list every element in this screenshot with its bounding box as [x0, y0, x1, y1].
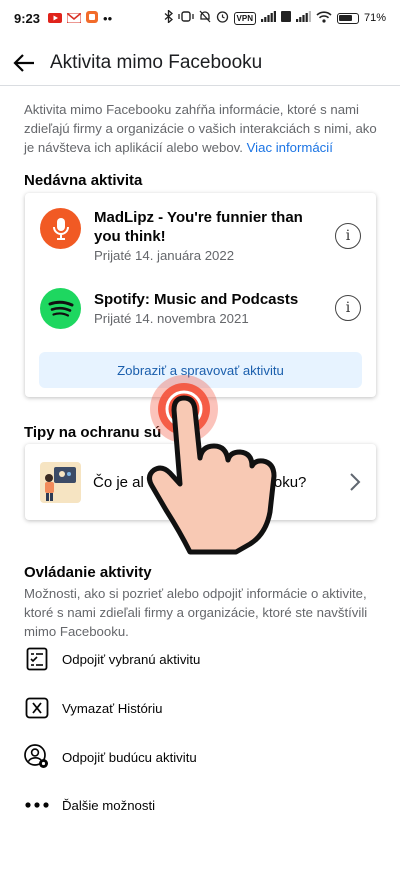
- disconnect-future-activity[interactable]: Odpojiť budúcu aktivitu: [24, 744, 197, 770]
- battery-icon: [336, 12, 359, 24]
- mute-icon: [199, 10, 211, 26]
- vpn-icon: VPN: [233, 11, 256, 25]
- intro-paragraph: Aktivita mimo Facebooku zahŕňa informáci…: [24, 100, 380, 157]
- clear-history-label: Vymazať Históriu: [62, 700, 163, 716]
- clear-box-icon: [24, 695, 50, 721]
- activity-date: Prijaté 14. novembra 2021: [94, 311, 249, 326]
- chevron-right-icon: [350, 473, 361, 491]
- signal-icon: [260, 11, 276, 25]
- clear-history[interactable]: Vymazať Históriu: [24, 695, 162, 721]
- more-options-label: Ďalšie možnosti: [62, 797, 156, 813]
- activity-item-spotify[interactable]: Spotify: Music and Podcasts Prijaté 14. …: [40, 288, 361, 329]
- bluetooth-icon: [164, 9, 173, 26]
- signal-2-icon: [295, 11, 311, 25]
- wifi-icon: [316, 10, 332, 26]
- activity-control-description: Možnosti, ako si pozrieť alebo odpojiť i…: [24, 586, 368, 639]
- spotify-icon: [40, 288, 81, 329]
- page-title: Aktivita mimo Facebooku: [50, 51, 263, 73]
- view-manage-activity-button[interactable]: Zobraziť a spravovať aktivitu: [39, 352, 362, 388]
- gmail-icon: [66, 11, 82, 26]
- microphone-icon: [40, 208, 81, 249]
- checklist-icon: [24, 646, 50, 672]
- status-bar: 9:23 •• VPN 71%: [0, 0, 400, 36]
- back-arrow-icon: [13, 53, 34, 72]
- more-info-link[interactable]: Viac informácií: [247, 140, 333, 155]
- person-gear-icon: [24, 744, 50, 770]
- more-dots-icon: [24, 792, 50, 818]
- tip-text-end: oku?: [273, 473, 307, 491]
- activity-app-name: MadLipz - You're funnier than you think!: [94, 209, 303, 245]
- youtube-icon: [48, 11, 63, 26]
- disconnect-future-label: Odpojiť budúcu aktivitu: [62, 749, 197, 765]
- more-options[interactable]: Ďalšie možnosti: [24, 792, 155, 818]
- tip-illustration: [40, 461, 81, 503]
- tip-text: Čo je al oku?: [93, 474, 349, 491]
- data-network-icon: [280, 11, 291, 25]
- recent-activity-card: MadLipz - You're funnier than you think!…: [25, 193, 376, 397]
- activity-item-madlipz[interactable]: MadLipz - You're funnier than you think!…: [40, 208, 361, 263]
- info-icon[interactable]: i: [335, 223, 361, 249]
- status-time: 9:23: [14, 10, 41, 26]
- privacy-tip-card[interactable]: Čo je al oku?: [25, 444, 376, 520]
- disconnect-selected-activity[interactable]: Odpojiť vybranú aktivitu: [24, 646, 200, 672]
- privacy-tips-heading: Tipy na ochranu sú: [24, 424, 162, 441]
- tip-text-start: Čo je al: [93, 473, 144, 491]
- activity-app-name: Spotify: Music and Podcasts: [94, 291, 299, 308]
- more-notifications-icon: ••: [103, 10, 113, 26]
- battery-percent: 71%: [363, 12, 386, 24]
- back-button[interactable]: [0, 40, 48, 86]
- disconnect-selected-label: Odpojiť vybranú aktivitu: [62, 651, 201, 667]
- info-icon[interactable]: i: [335, 295, 361, 321]
- activity-control-heading: Ovládanie aktivity: [24, 564, 152, 581]
- app-bar: Aktivita mimo Facebooku: [0, 40, 400, 86]
- vibrate-icon: [177, 11, 194, 25]
- activity-date: Prijaté 14. januára 2022: [94, 248, 235, 263]
- alarm-icon: [216, 10, 229, 26]
- app-notification-icon: [86, 10, 99, 26]
- recent-activity-heading: Nedávna aktivita: [24, 172, 143, 189]
